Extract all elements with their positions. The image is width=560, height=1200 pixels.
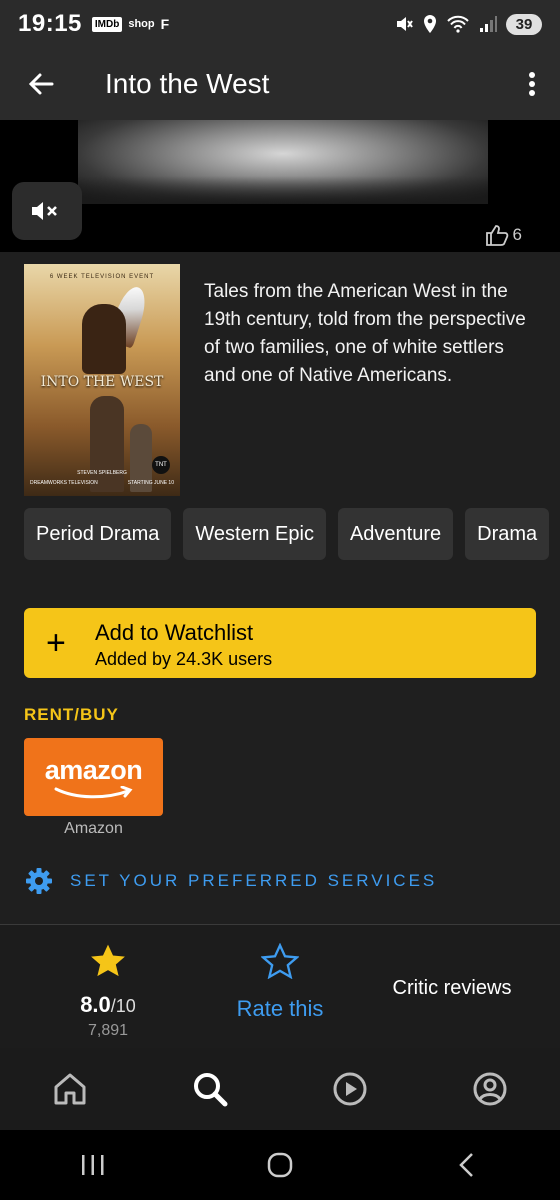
recent-apps-icon[interactable] [78,1151,108,1179]
nav-profile[interactable] [420,1048,560,1130]
amazon-provider-button[interactable]: amazon [24,738,163,816]
amazon-logo: amazon [44,754,143,785]
poster-image[interactable]: 6 WEEK TELEVISION EVENT INTO THE WEST ST… [24,264,180,496]
rate-this-label: Rate this [236,996,324,1021]
ratings-section: 8.0/10 7,891 Rate this Critic reviews [0,925,560,1048]
more-vertical-icon [529,72,535,96]
wifi-icon [447,15,469,33]
more-options-button[interactable] [504,48,560,120]
f-notification-icon: F [160,16,170,32]
poster-man [90,396,124,492]
video-frame [78,120,488,204]
nav-search[interactable] [140,1048,280,1130]
system-navigation-bar [0,1130,560,1200]
unmute-button[interactable] [12,182,82,240]
search-icon [194,1073,228,1107]
vote-count: 7,891 [87,1022,129,1039]
volume-muted-icon [32,202,57,220]
genre-chip[interactable]: Adventure [337,508,454,560]
home-icon [54,1073,86,1105]
rating-scale: /10 [110,996,136,1016]
genre-chip[interactable]: Drama [465,508,550,560]
arrow-left-icon [28,73,54,95]
video-likes[interactable]: 6 [485,224,522,246]
bottom-navigation [0,1048,560,1130]
rent-buy-heading: RENT/BUY [24,705,119,724]
dreamworks-logo: DREAMWORKS TELEVISION [30,480,98,486]
signal-icon [480,16,497,32]
status-icons: 39 [394,13,542,35]
provider-name: Amazon [64,820,123,837]
set-preferred-services-link[interactable]: SET YOUR PREFERRED SERVICES [24,866,437,896]
tnt-logo: TNT [152,456,170,474]
status-bar: 19:15 IMDb shop F 39 [0,0,560,48]
location-icon [424,15,436,33]
preferred-services-label: SET YOUR PREFERRED SERVICES [70,871,438,890]
amazon-smile-icon [54,785,133,798]
add-to-watchlist-button[interactable]: + Add to Watchlist Added by 24.3K users [24,608,536,678]
back-system-icon[interactable] [452,1150,482,1180]
poster-date: STARTING JUNE 10 [127,480,174,486]
shop-notification-icon: shop [128,18,155,30]
gear-icon [26,868,52,894]
score-line: 8.0/10 [40,992,176,1018]
poster-figure [82,304,126,374]
poster-title: INTO THE WEST [40,374,164,390]
nav-home[interactable] [0,1048,140,1130]
back-button[interactable] [0,48,82,120]
trailer-video[interactable]: 6 [0,120,560,252]
likes-count: 6 [512,225,522,244]
app-bar: Into the West [0,48,560,120]
nav-video[interactable] [280,1048,420,1130]
imdb-notification-icon: IMDb [91,16,123,32]
genre-chips: Period Drama Western Epic Adventure Dram… [24,508,560,560]
watchlist-subtitle: Added by 24.3K users [95,649,273,669]
page-title: Into the West [105,68,270,99]
plus-icon: + [46,624,66,662]
star-outline-icon [260,942,300,980]
rating-score: 8.0 [80,992,111,1017]
thumbs-up-icon [485,225,508,246]
mute-status-icon [397,17,413,31]
battery-indicator: 39 [506,13,542,35]
plot-summary[interactable]: Tales from the American West in the 19th… [204,278,540,390]
star-filled-icon [91,944,125,977]
watchlist-title: Add to Watchlist [95,620,254,645]
genre-chip[interactable]: Western Epic [183,508,326,560]
rate-this-button[interactable]: Rate this [210,942,350,1022]
status-time: 19:15 [18,10,82,37]
home-system-icon[interactable] [265,1150,295,1180]
imdb-rating[interactable]: 8.0/10 7,891 [40,943,176,1040]
video-icon [333,1072,367,1106]
poster-tagline: 6 WEEK TELEVISION EVENT [49,274,155,280]
critic-reviews-button[interactable]: Critic reviews [380,977,524,1000]
profile-icon [473,1072,507,1106]
genre-chip[interactable]: Period Drama [24,508,172,560]
